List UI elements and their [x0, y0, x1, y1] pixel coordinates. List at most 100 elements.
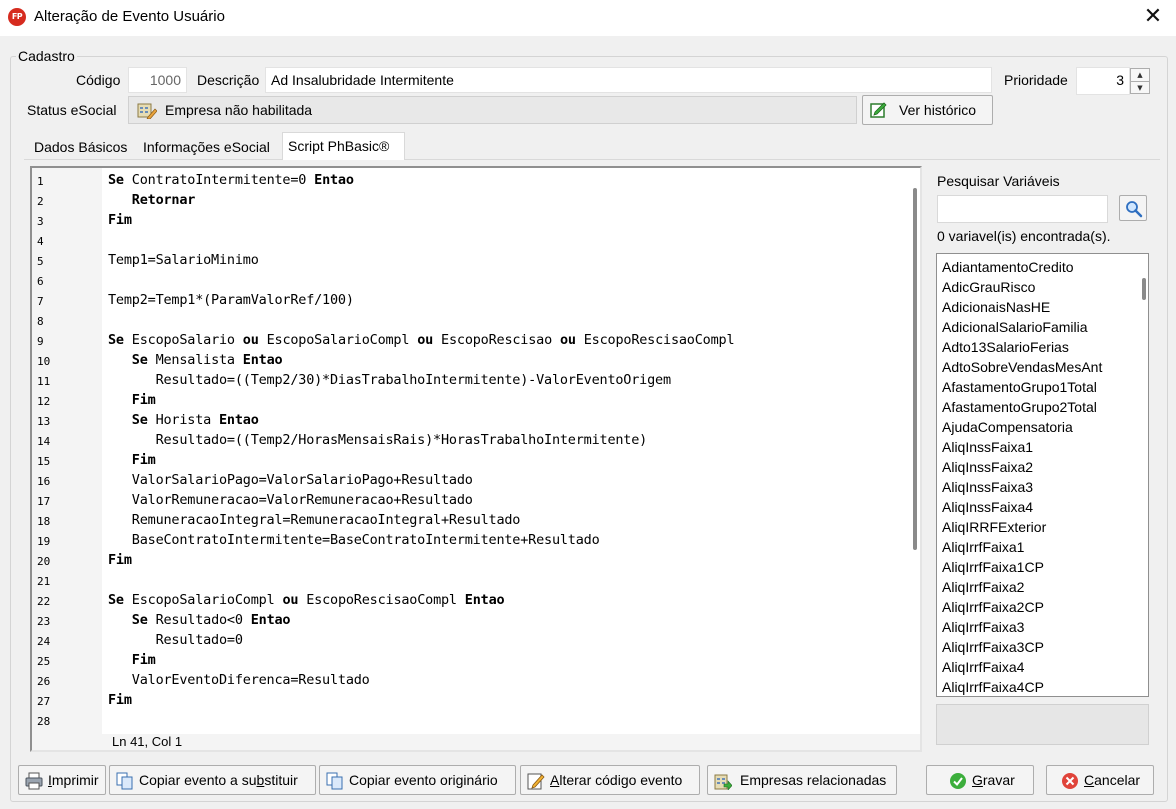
app-logo-icon: FP — [8, 8, 26, 26]
editor-scroll-thumb[interactable] — [913, 188, 917, 550]
code-text: Horista — [155, 412, 219, 428]
alterar-codigo-evento-button[interactable]: Alterar código evento — [520, 765, 700, 795]
code-line: Se EscopoSalarioCompl ou EscopoRescisaoC… — [108, 590, 505, 610]
status-esocial-field: Empresa não habilitada — [128, 96, 857, 124]
code-area[interactable]: Se ContratoIntermitente=0 Entao Retornar… — [102, 168, 910, 734]
variable-list-item[interactable]: AliqInssFaixa2 — [942, 457, 1033, 477]
code-line: Se ContratoIntermitente=0 Entao — [108, 170, 354, 190]
code-line: Temp2=Temp1*(ParamValorRef/100) — [108, 290, 354, 310]
code-line: RemuneracaoIntegral=RemuneracaoIntegral+… — [108, 510, 521, 530]
found-count: 0 variavel(is) encontrada(s). — [937, 228, 1111, 244]
cancel-icon — [1062, 773, 1078, 789]
line-number: 27 — [37, 695, 51, 708]
line-number: 22 — [37, 595, 51, 608]
printer-icon — [25, 772, 43, 790]
code-keyword: Fim — [108, 392, 156, 408]
imprimir-label: Imprimir — [48, 772, 99, 788]
descricao-label: Descrição — [197, 72, 260, 88]
search-icon — [1126, 201, 1143, 218]
tab-dados-basicos[interactable]: Dados Básicos — [29, 136, 132, 160]
variable-list-item[interactable]: AliqIrrfFaixa4CP — [942, 677, 1044, 696]
history-icon — [870, 102, 887, 118]
variable-list-item[interactable]: AdicGrauRisco — [942, 277, 1035, 297]
variable-list-item[interactable]: AliqIRRFExterior — [942, 517, 1046, 537]
copiar-evento-substituir-button[interactable]: Copiar evento a substituir — [109, 765, 316, 795]
code-text: Resultado<0 — [155, 612, 251, 628]
variable-list-item[interactable]: AliqInssFaixa4 — [942, 497, 1033, 517]
edit-icon — [527, 773, 545, 790]
code-text: EscopoSalario — [131, 332, 243, 348]
variable-list-item[interactable]: AliqIrrfFaixa2CP — [942, 597, 1044, 617]
search-variables-label: Pesquisar Variáveis — [937, 173, 1060, 189]
ver-historico-button[interactable]: Ver histórico — [862, 95, 993, 125]
search-variables-input[interactable] — [937, 195, 1108, 223]
code-text: Resultado=((Temp2/HorasMensaisRais)*Hora… — [108, 432, 648, 448]
line-number: 10 — [37, 355, 51, 368]
variable-list-item[interactable]: AliqInssFaixa3 — [942, 477, 1033, 497]
variable-list-item[interactable]: AliqIrrfFaixa3 — [942, 617, 1024, 637]
tab-informacoes-esocial[interactable]: Informações eSocial — [138, 136, 275, 160]
variable-list-item[interactable]: AdtoSobreVendasMesAnt — [942, 357, 1102, 377]
code-keyword: Entao — [250, 612, 291, 628]
search-button[interactable] — [1119, 195, 1147, 221]
variable-list-item[interactable]: AfastamentoGrupo1Total — [942, 377, 1097, 397]
variable-list-item[interactable]: AliqIrrfFaixa2 — [942, 577, 1024, 597]
empresas-relacionadas-button[interactable]: Empresas relacionadas — [707, 765, 897, 795]
code-text: Resultado=0 — [108, 632, 243, 648]
prioridade-spinner[interactable]: ▲ ▼ — [1130, 68, 1150, 94]
alterar-codigo-label: Alterar código evento — [550, 772, 683, 788]
line-number: 20 — [37, 555, 51, 568]
prioridade-field[interactable]: 3 — [1076, 67, 1130, 95]
code-line: Temp1=SalarioMinimo — [108, 250, 259, 270]
variable-list-item[interactable]: AdiantamentoCredito — [942, 257, 1074, 277]
code-text: ValorEventoDiferenca=Resultado — [108, 672, 370, 688]
cancelar-label: Cancelar — [1084, 772, 1141, 788]
gravar-button[interactable]: Gravar — [926, 765, 1034, 795]
code-text: RemuneracaoIntegral=RemuneracaoIntegral+… — [108, 512, 521, 528]
editor-vertical-scrollbar[interactable] — [910, 168, 920, 734]
variable-list-item[interactable]: AjudaCompensatoria — [942, 417, 1073, 437]
code-text: EscopoSalarioCompl — [266, 332, 418, 348]
script-editor[interactable]: 1 2 3 4 5 6 7 8 9 10 11 12 13 14 15 16 17 18 19 20 21 22 23 24 2… — [30, 166, 922, 752]
variable-list-item[interactable]: AliqIrrfFaixa1CP — [942, 557, 1044, 577]
code-line: Fim — [108, 450, 156, 470]
line-number: 26 — [37, 675, 51, 688]
code-text: Resultado=((Temp2/30)*DiasTrabalhoInterm… — [108, 372, 672, 388]
company-edit-icon — [137, 103, 157, 119]
variable-list-item[interactable]: Adto13SalarioFerias — [942, 337, 1069, 357]
variable-list-item[interactable]: AliqIrrfFaixa1 — [942, 537, 1024, 557]
variable-list-item[interactable]: AliqIrrfFaixa4 — [942, 657, 1024, 677]
editor-status-bar: Ln 41, Col 1 — [32, 734, 920, 750]
ver-historico-label: Ver histórico — [899, 102, 977, 118]
code-keyword: Fim — [108, 212, 132, 228]
descricao-field[interactable]: Ad Insalubridade Intermitente — [265, 67, 992, 93]
variables-list-scrollbar[interactable] — [1142, 278, 1146, 300]
line-number: 14 — [37, 435, 51, 448]
code-text: Temp1=SalarioMinimo — [108, 252, 259, 268]
spin-down-icon[interactable]: ▼ — [1131, 81, 1149, 93]
variable-list-item[interactable]: AfastamentoGrupo2Total — [942, 397, 1097, 417]
spin-up-icon[interactable]: ▲ — [1131, 69, 1149, 81]
variables-list[interactable]: AdiantamentoCredito AdicGrauRisco Adiciona… — [936, 253, 1149, 697]
line-number: 19 — [37, 535, 51, 548]
code-line: Se Horista Entao — [108, 410, 259, 430]
code-keyword: Se — [108, 352, 156, 368]
cursor-position: Ln 41, Col 1 — [112, 734, 183, 749]
tab-script-phbasic[interactable]: Script PhBasic® — [282, 132, 405, 160]
check-icon — [950, 773, 966, 789]
imprimir-button[interactable]: Imprimir — [18, 765, 106, 795]
line-number: 9 — [37, 335, 44, 348]
copiar-evento-originario-button[interactable]: Copiar evento originário — [319, 765, 516, 795]
code-keyword: Retornar — [108, 192, 196, 208]
code-line: Resultado=((Temp2/HorasMensaisRais)*Hora… — [108, 430, 648, 450]
variable-list-item[interactable]: AliqInssFaixa1 — [942, 437, 1033, 457]
code-keyword: Entao — [314, 172, 354, 188]
variable-list-item[interactable]: AliqIrrfFaixa3CP — [942, 637, 1044, 657]
variable-list-item[interactable]: AdicionalSalarioFamilia — [942, 317, 1088, 337]
variable-list-item[interactable]: AdicionaisNasHE — [942, 297, 1050, 317]
cancelar-button[interactable]: Cancelar — [1046, 765, 1154, 795]
codigo-field[interactable]: 1000 — [128, 67, 187, 93]
prioridade-label: Prioridade — [1004, 72, 1068, 88]
line-number-gutter: 1 2 3 4 5 6 7 8 9 10 11 12 13 14 15 16 17 18 19 20 21 22 23 24 2… — [32, 168, 102, 734]
close-icon[interactable]: ✕ — [1130, 0, 1176, 36]
